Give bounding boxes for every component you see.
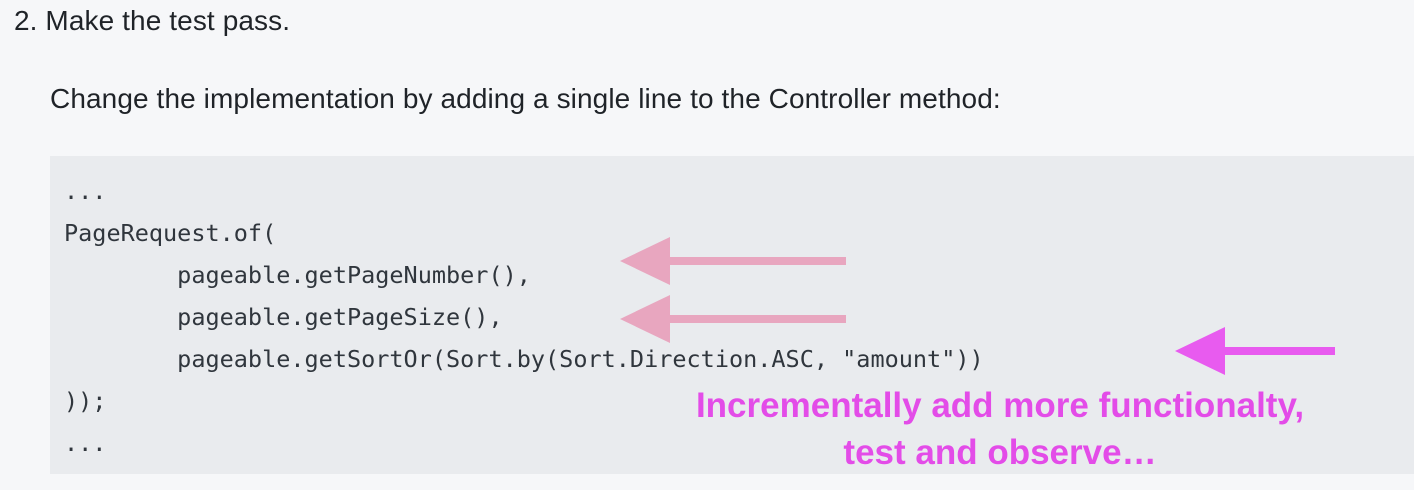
step-heading: 2. Make the test pass. [14,5,291,36]
code-line-1: ... [64,177,107,205]
annotation-text-line-2: test and observe… [843,433,1157,472]
code-line-2: PageRequest.of( [64,219,277,247]
code-line-5: pageable.getSortOr(Sort.by(Sort.Directio… [64,345,984,373]
annotation-text-line-1: Incrementally add more functionalty, [695,386,1305,425]
code-line-6: )); [64,387,107,415]
code-line-4: pageable.getPageSize(), [64,303,503,331]
code-line-7: ... [64,429,107,457]
code-line-3: pageable.getPageNumber(), [64,261,531,289]
intro-paragraph: Change the implementation by adding a si… [50,83,1001,114]
